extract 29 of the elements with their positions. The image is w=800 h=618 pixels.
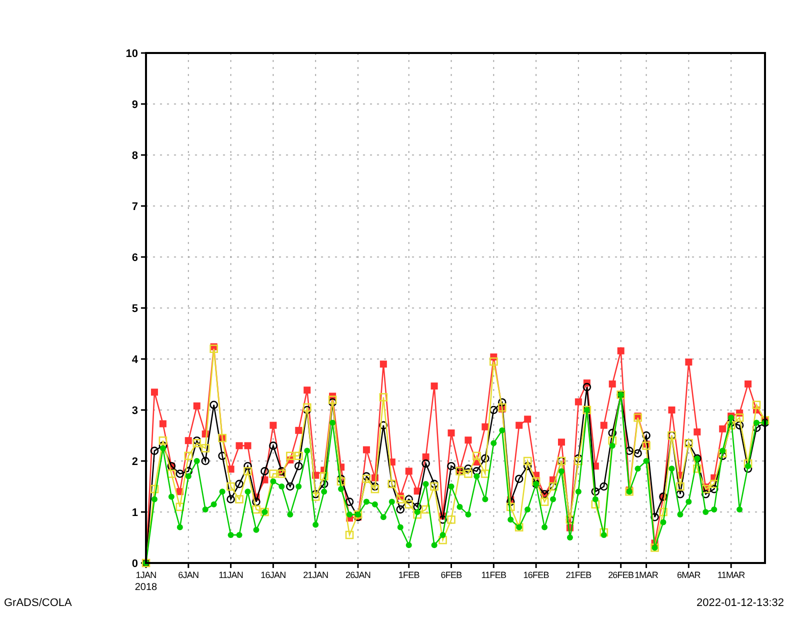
tick-label: 3 [132,405,138,417]
tick-label: 8 [132,150,138,162]
tick-label: 0 [132,558,138,570]
year-label: 2018 [134,582,158,593]
timestamp: 2022-01-12-13:32 [696,596,785,610]
tick-label: 10 [126,48,138,60]
tick-label: 1JAN [136,570,156,580]
tick-label: 7 [132,201,138,213]
tick-label: 5 [132,303,138,315]
tick-label: 4 [132,354,138,366]
tick-label: 9 [132,99,138,111]
tick-label: 6FEB [440,570,462,580]
tick-label: 6 [132,252,138,264]
tick-label: 21JAN [303,570,328,580]
tick-label: 11MAR [717,570,745,580]
tick-label: 11FEB [481,570,506,580]
tick-label: 11JAN [218,570,243,580]
tick-label: 26JAN [345,570,370,580]
tick-label: 1MAR [634,570,658,580]
tick-label: 26FEB [608,570,634,580]
tick-label: 21FEB [566,570,592,580]
tick-label: 6MAR [676,570,700,580]
tick-label: 1FEB [398,570,420,580]
tick-label: 2 [132,456,138,468]
tick-label: 6JAN [178,570,199,580]
footer-label: GrADS/COLA [4,596,72,610]
tick-label: 16JAN [260,570,286,580]
tick-label: 1 [132,507,138,519]
tick-label: 16FEB [523,570,549,580]
